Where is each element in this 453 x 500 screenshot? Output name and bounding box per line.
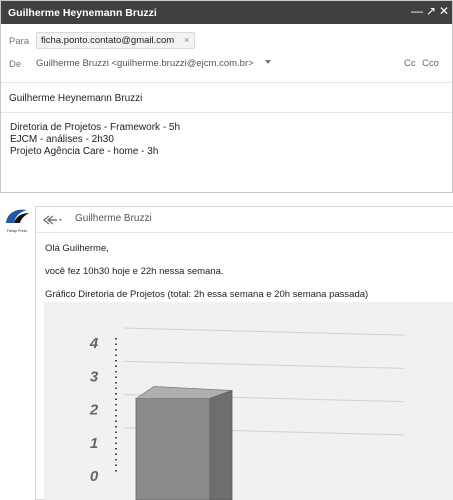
- grid-line: [123, 360, 405, 369]
- greeting: Olá Guilherme,: [45, 243, 109, 254]
- summary: você fez 10h30 hoje e 22h nessa semana.: [45, 266, 224, 277]
- body-line: Diretoria de Projetos - Framework - 5h: [10, 122, 181, 133]
- compose-window: Guilherme Heynemann Bruzzi — ↗ ✕ Para fi…: [0, 0, 453, 193]
- y-tick-label: 0: [90, 468, 99, 485]
- sender-avatar: Fichap Ponto: [6, 209, 29, 233]
- cc-link[interactable]: Cc: [404, 58, 416, 69]
- chart-area: 0 1 2 3 4: [44, 302, 453, 500]
- to-label: Para: [9, 36, 30, 47]
- body-line: Projeto Agência Care - home - 3h: [10, 146, 159, 157]
- y-tick-label: 1: [90, 435, 98, 452]
- compose-titlebar[interactable]: Guilherme Heynemann Bruzzi — ↗ ✕: [1, 1, 452, 24]
- sender-name[interactable]: Guilherme Bruzzi: [75, 213, 152, 224]
- compose-title: Guilherme Heynemann Bruzzi: [8, 7, 157, 19]
- y-tick-label: 4: [89, 335, 99, 352]
- remove-recipient-icon[interactable]: ×: [184, 35, 189, 45]
- divider: [1, 82, 452, 83]
- bcc-link[interactable]: Cco: [422, 58, 439, 69]
- divider: [1, 112, 452, 113]
- from-label: De: [9, 59, 22, 70]
- y-tick-label: 2: [89, 402, 99, 419]
- subject-field[interactable]: Guilherme Heynemann Bruzzi: [9, 93, 142, 104]
- recipient-chip-label: ficha.ponto.contato@gmail.com: [41, 35, 175, 46]
- y-tick-label: 3: [90, 368, 99, 385]
- grid-line: [123, 327, 405, 336]
- minimize-icon[interactable]: —: [411, 4, 423, 18]
- popout-icon[interactable]: ↗: [426, 4, 436, 18]
- from-select[interactable]: Guilherme Bruzzi <guilherme.bruzzi@ejcm.…: [36, 58, 254, 69]
- recipient-chip[interactable]: ficha.ponto.contato@gmail.com ×: [36, 32, 196, 49]
- bar-side: [209, 389, 233, 500]
- close-icon[interactable]: ✕: [439, 4, 449, 18]
- bar-front: [135, 398, 211, 500]
- body-line: EJCM - análises - 2h30: [10, 134, 114, 145]
- avatar-caption: Fichap Ponto: [7, 229, 28, 233]
- reply-all-icon[interactable]: [42, 214, 64, 226]
- chart-caption: Gráfico Diretoria de Projetos (total: 2h…: [45, 289, 369, 300]
- bar-chart: 0 1 2 3 4: [89, 327, 405, 500]
- chevron-down-icon[interactable]: [265, 60, 271, 64]
